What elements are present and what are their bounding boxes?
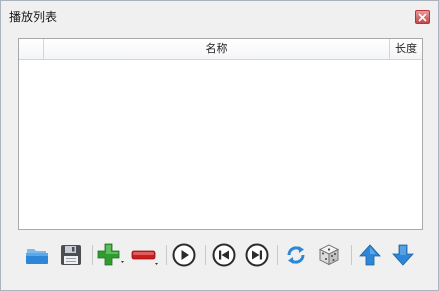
arrow-down-icon: [392, 244, 414, 266]
toolbar-separator: [351, 245, 352, 265]
title-bar: 播放列表: [1, 1, 438, 29]
column-header-length[interactable]: 长度: [390, 39, 422, 59]
dice-icon: [318, 244, 340, 266]
close-button[interactable]: [415, 10, 430, 24]
column-header-index[interactable]: [19, 39, 44, 59]
save-button[interactable]: [56, 240, 86, 270]
folder-icon: [26, 249, 48, 264]
floppy-disk-icon: [61, 245, 81, 265]
move-up-button[interactable]: [355, 240, 385, 270]
add-button[interactable]: [97, 240, 127, 270]
remove-button[interactable]: [131, 240, 161, 270]
repeat-icon: [287, 246, 305, 264]
playlist-window: 播放列表 名称 长度: [0, 0, 439, 291]
skip-next-icon: [245, 243, 269, 267]
close-icon: [418, 13, 427, 21]
toolbar-separator: [205, 245, 206, 265]
repeat-button[interactable]: [281, 240, 311, 270]
window-title: 播放列表: [9, 10, 58, 24]
column-header-name[interactable]: 名称: [44, 39, 390, 59]
table-header: 名称 长度: [19, 39, 422, 60]
playlist-toolbar: [18, 237, 423, 273]
toolbar-separator: [92, 245, 93, 265]
skip-previous-icon: [212, 243, 236, 267]
next-button[interactable]: [242, 240, 272, 270]
arrow-up-icon: [359, 244, 381, 266]
shuffle-button[interactable]: [314, 240, 344, 270]
playlist-table[interactable]: 名称 长度: [18, 38, 423, 230]
play-icon: [172, 243, 196, 267]
play-button[interactable]: [169, 240, 199, 270]
minus-icon: [131, 250, 158, 265]
toolbar-separator: [277, 245, 278, 265]
toolbar-separator: [166, 245, 167, 265]
open-folder-button[interactable]: [22, 240, 52, 270]
move-down-button[interactable]: [388, 240, 418, 270]
plus-icon: [97, 243, 124, 266]
previous-button[interactable]: [209, 240, 239, 270]
